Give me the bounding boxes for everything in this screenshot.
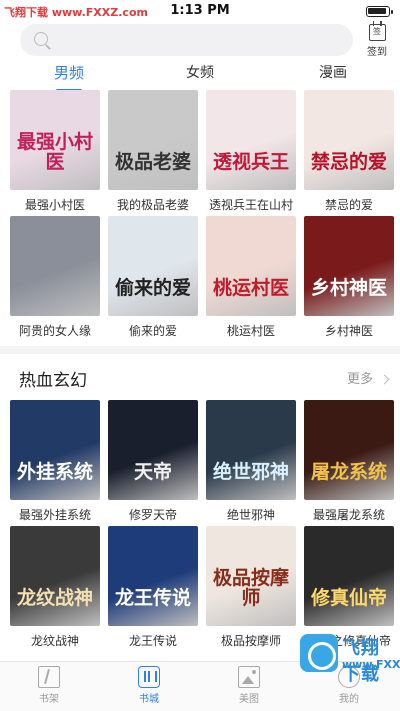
book-title: 最强小村医 — [24, 198, 85, 212]
book-title: 绝世邪神 — [226, 508, 275, 522]
cover-title: 透视兵王 — [212, 151, 289, 173]
book-title: 桃运村医 — [226, 324, 275, 338]
book-card[interactable]: 龙纹战神 龙纹战神 — [10, 526, 100, 649]
nav-bookstore[interactable]: 书城 — [119, 666, 179, 705]
cover-title: 最强小村医 — [16, 131, 93, 173]
book-title: 最强外挂系统 — [18, 508, 91, 522]
book-card[interactable]: 外挂系统最强外挂系统 — [10, 400, 100, 523]
book-card[interactable]: 桃运村医 桃运村医 — [206, 216, 296, 339]
book-cover[interactable]: 天帝 — [108, 400, 198, 500]
watermark-logo: 飞翔下载 www.FXXZ.com — [300, 632, 400, 685]
book-cover[interactable]: 屠龙系统 — [304, 400, 394, 500]
book-cover[interactable]: 极品按摩师 — [206, 526, 296, 626]
book-card[interactable]: 龙王传说 龙王传说 — [108, 526, 198, 649]
cover-title: 绝世邪神 — [212, 461, 289, 483]
section-header: 热血玄幻 更多 — [0, 364, 400, 391]
cover-title: 龙纹战神 — [16, 587, 93, 609]
logo-icon — [300, 634, 338, 672]
more-link[interactable]: 更多 — [347, 368, 390, 387]
book-cover[interactable]: 龙纹战神 — [10, 526, 100, 626]
book-title: 龙纹战神 — [30, 634, 79, 648]
book-cover[interactable]: 乡村神医 — [304, 216, 394, 316]
book-cover[interactable]: 修真仙帝 — [304, 526, 394, 626]
search-icon — [34, 32, 48, 46]
cover-title: 外挂系统 — [16, 461, 93, 483]
book-card[interactable]: 偷来的爱 偷来的爱 — [108, 216, 198, 339]
status-time: 1:13 PM — [170, 3, 230, 18]
picture-icon — [238, 666, 260, 688]
book-title: 乡村神医 — [324, 324, 373, 338]
book-cover[interactable] — [10, 216, 100, 316]
book-cover[interactable]: 桃运村医 — [206, 216, 296, 316]
book-cover[interactable]: 龙王传说 — [108, 526, 198, 626]
book-cover[interactable]: 外挂系统 — [10, 400, 100, 500]
book-card[interactable]: 最强小村医 最强小村医 — [10, 90, 100, 213]
cover-title: 屠龙系统 — [310, 461, 387, 483]
book-card[interactable]: 透视兵王透视兵王在山村 — [206, 90, 296, 213]
section-title: 热血玄幻 — [19, 371, 87, 391]
cover-title: 禁忌的爱 — [310, 151, 387, 173]
tab-female[interactable]: 女频 — [160, 62, 240, 82]
book-cover[interactable]: 绝世邪神 — [206, 400, 296, 500]
cover-title: 乡村神医 — [310, 277, 387, 299]
book-card[interactable]: 阿贵的女人缘 — [10, 216, 100, 339]
book-card[interactable]: 乡村神医 乡村神医 — [304, 216, 394, 339]
book-card[interactable]: 极品按摩师 极品按摩师 — [206, 526, 296, 649]
book-cover[interactable]: 透视兵王 — [206, 90, 296, 190]
search-input[interactable] — [20, 24, 353, 56]
app-screen: { "status_bar": {"left_text": "飞翔下载 www.… — [0, 0, 400, 711]
book-cover[interactable]: 极品老婆 — [108, 90, 198, 190]
book-card[interactable]: 屠龙系统最强屠龙系统 — [304, 400, 394, 523]
book-title: 极品按摩师 — [220, 634, 281, 648]
section-divider — [0, 346, 400, 354]
chevron-right-icon — [379, 374, 390, 385]
calendar-icon: 签 — [368, 21, 386, 41]
cover-title: 天帝 — [133, 461, 172, 483]
cover-title: 极品按摩师 — [212, 567, 289, 609]
cover-title: 桃运村医 — [212, 277, 289, 299]
signin-label: 签到 — [367, 47, 387, 58]
battery-icon — [366, 6, 393, 17]
cover-title: 极品老婆 — [114, 151, 191, 173]
book-title: 我的极品老婆 — [116, 198, 189, 212]
book-card[interactable]: 绝世邪神 绝世邪神 — [206, 400, 296, 523]
cover-title: 龙王传说 — [114, 587, 191, 609]
cover-title: 修真仙帝 — [310, 587, 387, 609]
book-title: 透视兵王在山村 — [208, 198, 293, 212]
book-title: 最强屠龙系统 — [312, 508, 385, 522]
book-cover[interactable]: 偷来的爱 — [108, 216, 198, 316]
book-cover[interactable]: 禁忌的爱 — [304, 90, 394, 190]
book-title: 龙王传说 — [128, 634, 177, 648]
tab-comic[interactable]: 漫画 — [293, 62, 373, 82]
nav-pictures[interactable]: 美图 — [219, 666, 279, 705]
book-title: 禁忌的爱 — [324, 198, 373, 212]
bookstore-icon — [138, 666, 160, 688]
book-title: 阿贵的女人缘 — [18, 324, 91, 338]
category-tabs: 男频 女频 漫画 — [0, 60, 400, 90]
book-title: 偷来的爱 — [128, 324, 177, 338]
book-card[interactable]: 天帝 修罗天帝 — [108, 400, 198, 523]
signin-button[interactable]: 签 签到 — [362, 21, 392, 58]
book-card[interactable]: 禁忌的爱 禁忌的爱 — [304, 90, 394, 213]
book-card[interactable]: 极品老婆我的极品老婆 — [108, 90, 198, 213]
nav-bookshelf[interactable]: 书架 — [19, 666, 79, 705]
status-bar: 飞翔下载 www.FXXZ.com 1:13 PM — [0, 0, 400, 22]
tab-male[interactable]: 男频 — [29, 62, 109, 83]
book-card[interactable]: 修真仙帝 都市之修真仙帝 — [304, 526, 394, 649]
cover-title: 偷来的爱 — [114, 277, 191, 299]
book-cover[interactable]: 最强小村医 — [10, 90, 100, 190]
bookshelf-icon — [38, 666, 60, 688]
book-title: 修罗天帝 — [128, 508, 177, 522]
